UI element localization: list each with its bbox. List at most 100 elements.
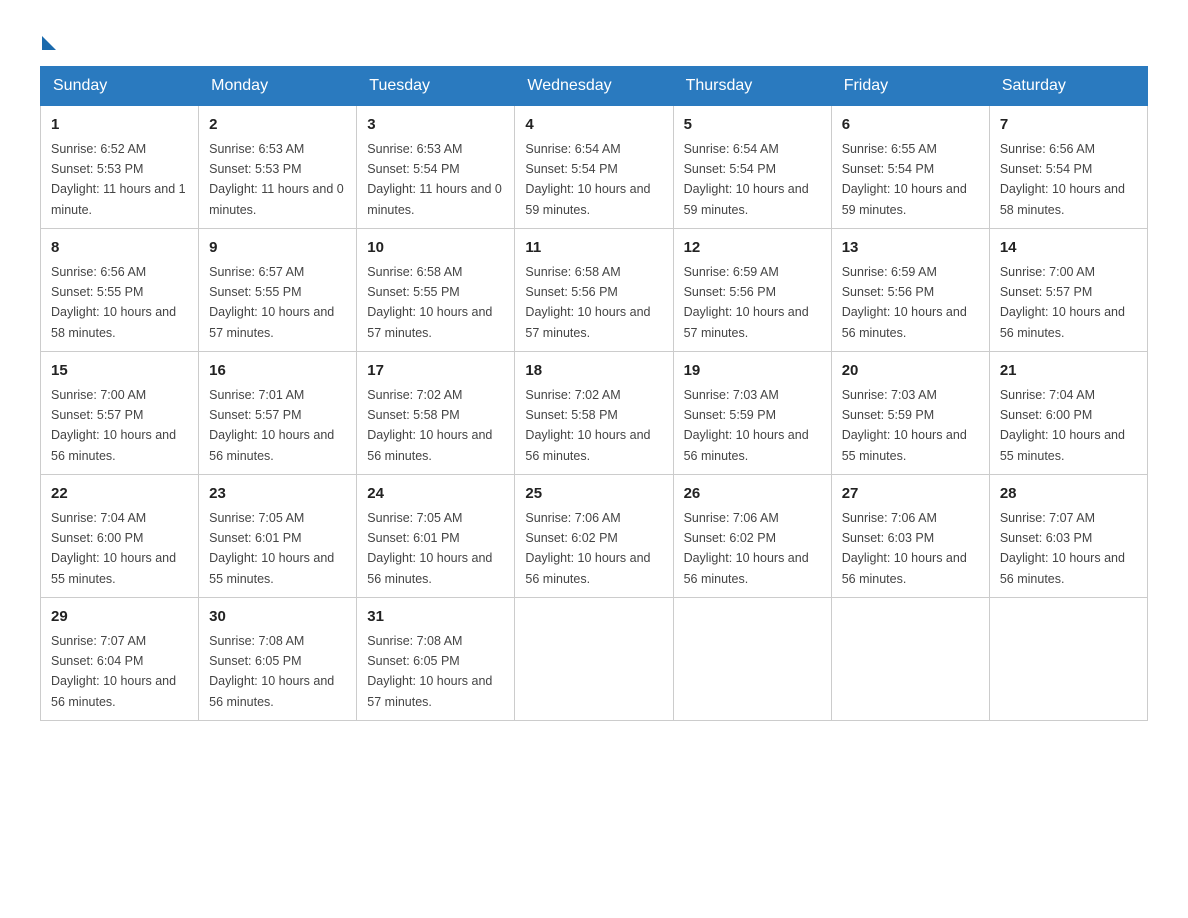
day-number: 21 [1000, 360, 1137, 383]
day-info: Sunrise: 6:53 AMSunset: 5:53 PMDaylight:… [209, 142, 344, 217]
calendar-cell [673, 598, 831, 721]
day-number: 2 [209, 114, 346, 137]
day-number: 12 [684, 237, 821, 260]
day-info: Sunrise: 6:53 AMSunset: 5:54 PMDaylight:… [367, 142, 502, 217]
day-info: Sunrise: 7:03 AMSunset: 5:59 PMDaylight:… [842, 388, 967, 463]
calendar-cell: 27 Sunrise: 7:06 AMSunset: 6:03 PMDaylig… [831, 475, 989, 598]
day-number: 26 [684, 483, 821, 506]
day-number: 30 [209, 606, 346, 629]
day-number: 8 [51, 237, 188, 260]
day-info: Sunrise: 7:05 AMSunset: 6:01 PMDaylight:… [367, 511, 492, 586]
calendar-cell: 13 Sunrise: 6:59 AMSunset: 5:56 PMDaylig… [831, 229, 989, 352]
calendar-header-row: SundayMondayTuesdayWednesdayThursdayFrid… [41, 67, 1148, 106]
page-header [40, 30, 1148, 46]
logo [40, 30, 56, 46]
calendar-cell: 28 Sunrise: 7:07 AMSunset: 6:03 PMDaylig… [989, 475, 1147, 598]
calendar-week-row: 1 Sunrise: 6:52 AMSunset: 5:53 PMDayligh… [41, 106, 1148, 229]
calendar-cell: 11 Sunrise: 6:58 AMSunset: 5:56 PMDaylig… [515, 229, 673, 352]
day-info: Sunrise: 6:57 AMSunset: 5:55 PMDaylight:… [209, 265, 334, 340]
day-info: Sunrise: 7:06 AMSunset: 6:03 PMDaylight:… [842, 511, 967, 586]
day-info: Sunrise: 7:02 AMSunset: 5:58 PMDaylight:… [525, 388, 650, 463]
day-number: 10 [367, 237, 504, 260]
day-number: 9 [209, 237, 346, 260]
day-info: Sunrise: 7:01 AMSunset: 5:57 PMDaylight:… [209, 388, 334, 463]
calendar-cell: 6 Sunrise: 6:55 AMSunset: 5:54 PMDayligh… [831, 106, 989, 229]
calendar-cell [989, 598, 1147, 721]
calendar-table: SundayMondayTuesdayWednesdayThursdayFrid… [40, 66, 1148, 721]
calendar-cell: 25 Sunrise: 7:06 AMSunset: 6:02 PMDaylig… [515, 475, 673, 598]
calendar-cell: 18 Sunrise: 7:02 AMSunset: 5:58 PMDaylig… [515, 352, 673, 475]
calendar-cell: 3 Sunrise: 6:53 AMSunset: 5:54 PMDayligh… [357, 106, 515, 229]
calendar-week-row: 22 Sunrise: 7:04 AMSunset: 6:00 PMDaylig… [41, 475, 1148, 598]
day-number: 29 [51, 606, 188, 629]
calendar-cell: 30 Sunrise: 7:08 AMSunset: 6:05 PMDaylig… [199, 598, 357, 721]
day-number: 11 [525, 237, 662, 260]
day-info: Sunrise: 7:06 AMSunset: 6:02 PMDaylight:… [684, 511, 809, 586]
day-info: Sunrise: 6:58 AMSunset: 5:55 PMDaylight:… [367, 265, 492, 340]
calendar-cell: 19 Sunrise: 7:03 AMSunset: 5:59 PMDaylig… [673, 352, 831, 475]
weekday-header-thursday: Thursday [673, 67, 831, 106]
calendar-cell: 8 Sunrise: 6:56 AMSunset: 5:55 PMDayligh… [41, 229, 199, 352]
day-info: Sunrise: 7:00 AMSunset: 5:57 PMDaylight:… [1000, 265, 1125, 340]
day-number: 22 [51, 483, 188, 506]
day-info: Sunrise: 6:55 AMSunset: 5:54 PMDaylight:… [842, 142, 967, 217]
calendar-cell: 9 Sunrise: 6:57 AMSunset: 5:55 PMDayligh… [199, 229, 357, 352]
day-info: Sunrise: 7:07 AMSunset: 6:04 PMDaylight:… [51, 634, 176, 709]
calendar-cell: 20 Sunrise: 7:03 AMSunset: 5:59 PMDaylig… [831, 352, 989, 475]
day-number: 17 [367, 360, 504, 383]
calendar-cell [515, 598, 673, 721]
calendar-cell: 12 Sunrise: 6:59 AMSunset: 5:56 PMDaylig… [673, 229, 831, 352]
calendar-cell: 31 Sunrise: 7:08 AMSunset: 6:05 PMDaylig… [357, 598, 515, 721]
day-info: Sunrise: 6:59 AMSunset: 5:56 PMDaylight:… [842, 265, 967, 340]
calendar-cell: 1 Sunrise: 6:52 AMSunset: 5:53 PMDayligh… [41, 106, 199, 229]
calendar-week-row: 29 Sunrise: 7:07 AMSunset: 6:04 PMDaylig… [41, 598, 1148, 721]
day-info: Sunrise: 6:54 AMSunset: 5:54 PMDaylight:… [525, 142, 650, 217]
day-info: Sunrise: 7:07 AMSunset: 6:03 PMDaylight:… [1000, 511, 1125, 586]
day-number: 25 [525, 483, 662, 506]
calendar-cell: 21 Sunrise: 7:04 AMSunset: 6:00 PMDaylig… [989, 352, 1147, 475]
day-info: Sunrise: 6:56 AMSunset: 5:54 PMDaylight:… [1000, 142, 1125, 217]
calendar-cell: 7 Sunrise: 6:56 AMSunset: 5:54 PMDayligh… [989, 106, 1147, 229]
day-number: 18 [525, 360, 662, 383]
logo-arrow-icon [42, 36, 56, 50]
day-number: 19 [684, 360, 821, 383]
weekday-header-friday: Friday [831, 67, 989, 106]
weekday-header-saturday: Saturday [989, 67, 1147, 106]
calendar-cell: 26 Sunrise: 7:06 AMSunset: 6:02 PMDaylig… [673, 475, 831, 598]
day-number: 28 [1000, 483, 1137, 506]
day-info: Sunrise: 6:58 AMSunset: 5:56 PMDaylight:… [525, 265, 650, 340]
calendar-cell: 10 Sunrise: 6:58 AMSunset: 5:55 PMDaylig… [357, 229, 515, 352]
day-number: 5 [684, 114, 821, 137]
day-info: Sunrise: 7:02 AMSunset: 5:58 PMDaylight:… [367, 388, 492, 463]
day-number: 23 [209, 483, 346, 506]
weekday-header-monday: Monday [199, 67, 357, 106]
weekday-header-sunday: Sunday [41, 67, 199, 106]
day-info: Sunrise: 7:03 AMSunset: 5:59 PMDaylight:… [684, 388, 809, 463]
day-info: Sunrise: 7:04 AMSunset: 6:00 PMDaylight:… [51, 511, 176, 586]
day-info: Sunrise: 6:59 AMSunset: 5:56 PMDaylight:… [684, 265, 809, 340]
day-number: 4 [525, 114, 662, 137]
calendar-cell: 17 Sunrise: 7:02 AMSunset: 5:58 PMDaylig… [357, 352, 515, 475]
day-number: 6 [842, 114, 979, 137]
day-number: 16 [209, 360, 346, 383]
calendar-cell: 23 Sunrise: 7:05 AMSunset: 6:01 PMDaylig… [199, 475, 357, 598]
day-info: Sunrise: 7:00 AMSunset: 5:57 PMDaylight:… [51, 388, 176, 463]
day-number: 3 [367, 114, 504, 137]
day-number: 31 [367, 606, 504, 629]
day-info: Sunrise: 7:06 AMSunset: 6:02 PMDaylight:… [525, 511, 650, 586]
calendar-cell: 5 Sunrise: 6:54 AMSunset: 5:54 PMDayligh… [673, 106, 831, 229]
calendar-cell: 15 Sunrise: 7:00 AMSunset: 5:57 PMDaylig… [41, 352, 199, 475]
calendar-cell: 4 Sunrise: 6:54 AMSunset: 5:54 PMDayligh… [515, 106, 673, 229]
day-number: 15 [51, 360, 188, 383]
calendar-cell: 22 Sunrise: 7:04 AMSunset: 6:00 PMDaylig… [41, 475, 199, 598]
calendar-week-row: 15 Sunrise: 7:00 AMSunset: 5:57 PMDaylig… [41, 352, 1148, 475]
day-info: Sunrise: 7:04 AMSunset: 6:00 PMDaylight:… [1000, 388, 1125, 463]
day-info: Sunrise: 6:56 AMSunset: 5:55 PMDaylight:… [51, 265, 176, 340]
weekday-header-wednesday: Wednesday [515, 67, 673, 106]
day-number: 7 [1000, 114, 1137, 137]
calendar-cell: 2 Sunrise: 6:53 AMSunset: 5:53 PMDayligh… [199, 106, 357, 229]
calendar-week-row: 8 Sunrise: 6:56 AMSunset: 5:55 PMDayligh… [41, 229, 1148, 352]
weekday-header-tuesday: Tuesday [357, 67, 515, 106]
calendar-cell: 24 Sunrise: 7:05 AMSunset: 6:01 PMDaylig… [357, 475, 515, 598]
day-info: Sunrise: 7:05 AMSunset: 6:01 PMDaylight:… [209, 511, 334, 586]
